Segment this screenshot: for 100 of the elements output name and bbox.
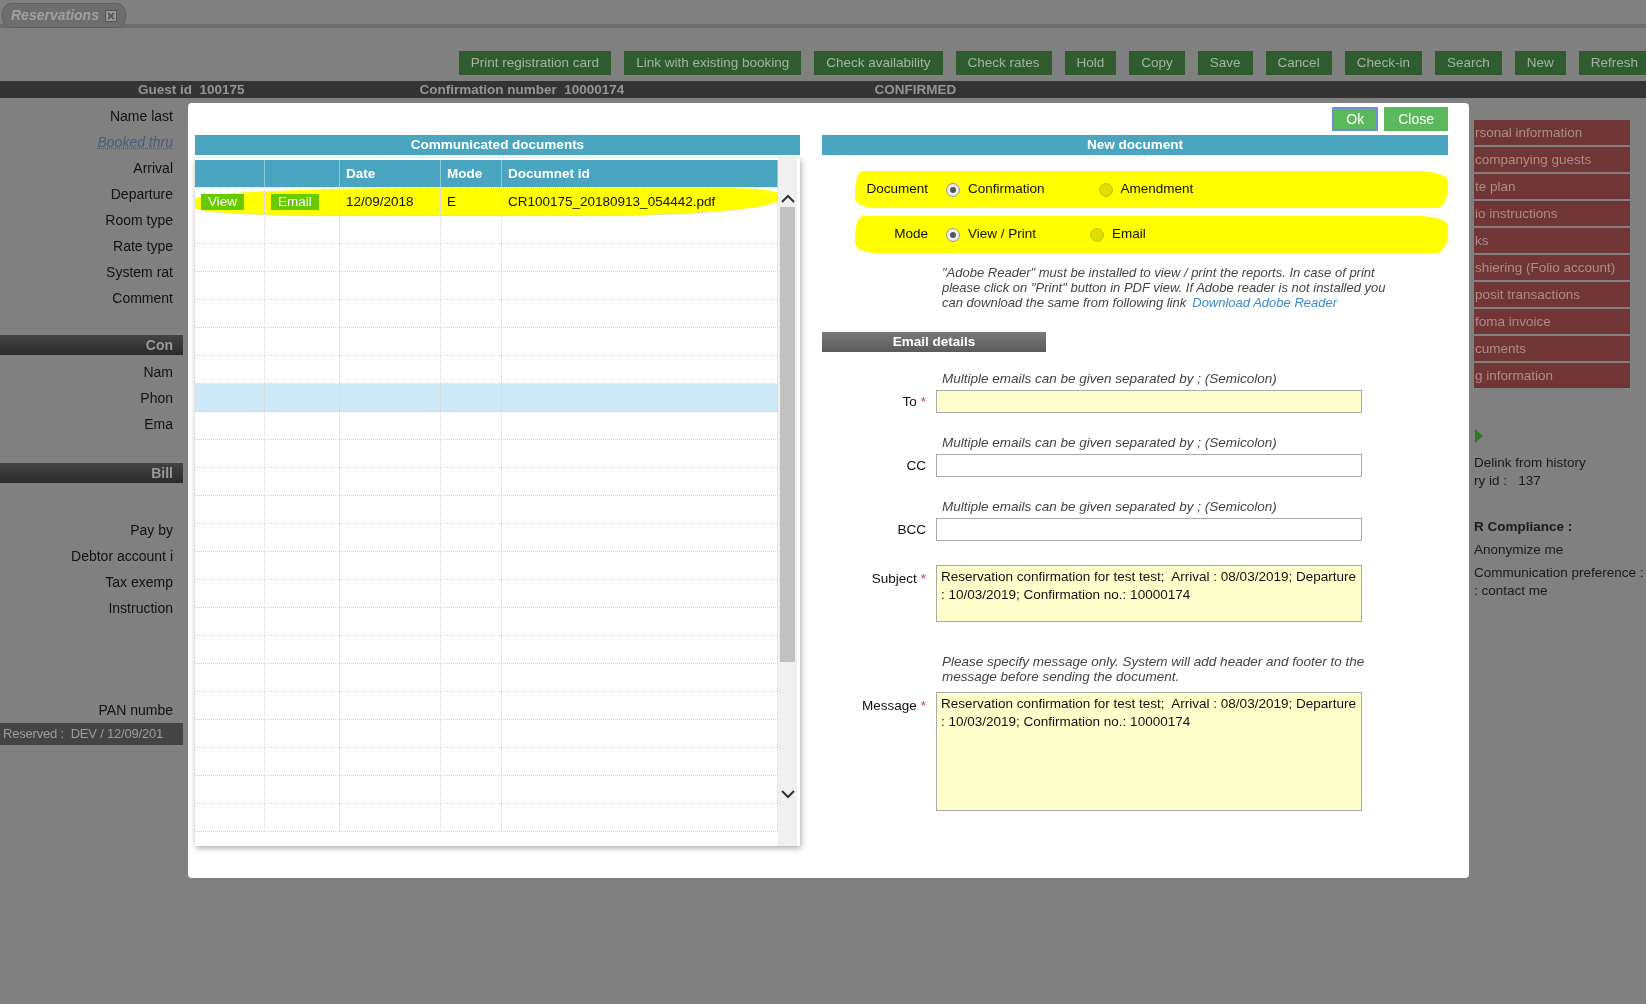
menu-item[interactable]: rsonal information	[1474, 120, 1630, 145]
table-row[interactable]	[195, 720, 778, 748]
panel-header: Communicated documents	[195, 135, 800, 155]
toolbar-button[interactable]: Save	[1197, 51, 1253, 75]
hint-text: Multiple emails can be given separated by ; (Semicolon)	[942, 499, 1278, 514]
table-row[interactable]	[195, 384, 778, 412]
toolbar-button[interactable]: Refresh	[1578, 51, 1646, 75]
toolbar-button[interactable]: Hold	[1064, 51, 1117, 75]
toolbar-button[interactable]: Check availability	[814, 51, 943, 75]
field-label-text: Message	[861, 698, 917, 713]
table-row[interactable]	[195, 748, 778, 776]
table-cell: 12/09/2018	[340, 188, 441, 215]
required-mark: *	[920, 394, 926, 409]
required-mark: *	[920, 698, 926, 713]
table-row[interactable]	[195, 244, 778, 272]
menu-item[interactable]: te plan	[1474, 174, 1630, 199]
table-row[interactable]	[195, 328, 778, 356]
table-row[interactable]	[195, 524, 778, 552]
table-row[interactable]	[195, 608, 778, 636]
table-row[interactable]	[195, 580, 778, 608]
table-row[interactable]	[195, 272, 778, 300]
menu-item[interactable]: companying guests	[1474, 147, 1630, 172]
text-area[interactable]: Reservation confirmation for test test; Arrival : 08/03/2019; Departure : 10/03/2019; Confirmation no.: 10000174	[936, 565, 1362, 622]
toolbar-button[interactable]: Cancel	[1265, 51, 1332, 75]
toolbar-button[interactable]: Check rates	[955, 51, 1052, 75]
group-label: Document	[865, 180, 928, 199]
input-field[interactable]	[936, 454, 1362, 477]
panel-header: New document	[822, 135, 1448, 155]
table-row[interactable]	[195, 468, 778, 496]
column-header: Documnet id	[502, 160, 778, 187]
input-field[interactable]	[936, 390, 1362, 413]
field-label: Rate type	[112, 237, 174, 256]
toolbar-button[interactable]: Link with existing booking	[624, 51, 802, 75]
arrow-icon[interactable]	[1474, 428, 1484, 444]
radio-icon[interactable]	[946, 182, 960, 197]
input-field[interactable]	[936, 518, 1362, 541]
dialog-button[interactable]: Close	[1384, 107, 1448, 131]
menu-item[interactable]: io instructions	[1474, 201, 1630, 226]
dialog-button[interactable]: Ok	[1332, 107, 1379, 131]
close-icon[interactable]	[104, 9, 117, 22]
scroll-down-icon[interactable]	[780, 790, 795, 799]
download-link[interactable]: Download Adobe Reader	[1192, 295, 1338, 310]
delink-text: Delink from history	[1474, 454, 1587, 472]
menu-item[interactable]: g information	[1474, 363, 1630, 388]
field-label-text: Subject	[871, 571, 917, 586]
reserved-text: Reserved : DEV / 12/09/201	[3, 726, 164, 741]
table-row[interactable]	[195, 216, 778, 244]
toolbar-button[interactable]: Search	[1434, 51, 1502, 75]
confirmation-number-text: Confirmation number 10000174	[419, 81, 625, 98]
radio-icon[interactable]	[1090, 227, 1105, 242]
history-id-text: ry id : 137	[1474, 472, 1542, 490]
toolbar-button[interactable]: Print registration card	[458, 51, 612, 75]
table-row[interactable]	[195, 496, 778, 524]
field-label: Ema	[143, 415, 174, 434]
table-row[interactable]	[195, 412, 778, 440]
compliance-text: Communication preference :	[1474, 564, 1645, 582]
field-label: Arrival	[132, 159, 174, 178]
menu-item[interactable]: posit transactions	[1474, 282, 1630, 307]
table-row[interactable]	[195, 664, 778, 692]
text-area[interactable]: Reservation confirmation for test test; Arrival : 08/03/2019; Departure : 10/03/2019; Confirmation no.: 10000174	[936, 692, 1362, 811]
field-label: Nam	[142, 363, 174, 382]
toolbar-button[interactable]: Check-in	[1344, 51, 1422, 75]
column-header	[195, 160, 265, 187]
table-row[interactable]	[195, 552, 778, 580]
table-row[interactable]: View Email 12/09/2018 E CR100175_20180913_054442.pdf	[195, 188, 778, 216]
toolbar-button[interactable]: New	[1514, 51, 1566, 75]
table-row[interactable]	[195, 692, 778, 720]
compliance-text: Anonymize me	[1474, 541, 1565, 559]
menu-item[interactable]: ks	[1474, 228, 1630, 253]
table-row[interactable]	[195, 440, 778, 468]
scroll-up-icon[interactable]	[780, 194, 795, 203]
table-row[interactable]	[195, 804, 778, 832]
radio-icon[interactable]	[1098, 182, 1113, 197]
menu-item[interactable]: cuments	[1474, 336, 1630, 361]
field-label: Debtor account i	[70, 547, 174, 566]
table-row[interactable]	[195, 300, 778, 328]
field-label: Comment	[111, 289, 174, 308]
section-header: Bill	[0, 463, 183, 483]
view-button[interactable]: View	[201, 193, 245, 210]
radio-icon[interactable]	[946, 227, 960, 242]
radio-option[interactable]: Email	[1090, 224, 1146, 245]
field-label-text: To	[902, 394, 917, 409]
scrollbar[interactable]	[778, 158, 797, 846]
field-label: Room type	[104, 211, 174, 230]
scroll-thumb[interactable]	[780, 207, 795, 662]
radio-option[interactable]: Confirmation	[946, 179, 1045, 200]
table-row[interactable]	[195, 636, 778, 664]
radio-option[interactable]: Amendment	[1098, 179, 1194, 200]
section-header: Con	[0, 335, 183, 355]
menu-item[interactable]: foma invoice	[1474, 309, 1630, 334]
hint-text: Multiple emails can be given separated by ; (Semicolon)	[942, 435, 1278, 450]
column-header: Date	[340, 160, 441, 187]
radio-option[interactable]: View / Print	[946, 224, 1037, 245]
email-button[interactable]: Email	[271, 193, 319, 210]
menu-item[interactable]: shiering (Folio account)	[1474, 255, 1630, 280]
hint-text: Please specify message only. System will add header and footer to the message before sending the document.	[942, 654, 1366, 684]
field-label: Tax exemp	[104, 573, 174, 592]
field-label-text: BCC	[897, 522, 926, 537]
toolbar-button[interactable]: Copy	[1129, 51, 1185, 75]
field-label: Departure	[109, 185, 174, 204]
